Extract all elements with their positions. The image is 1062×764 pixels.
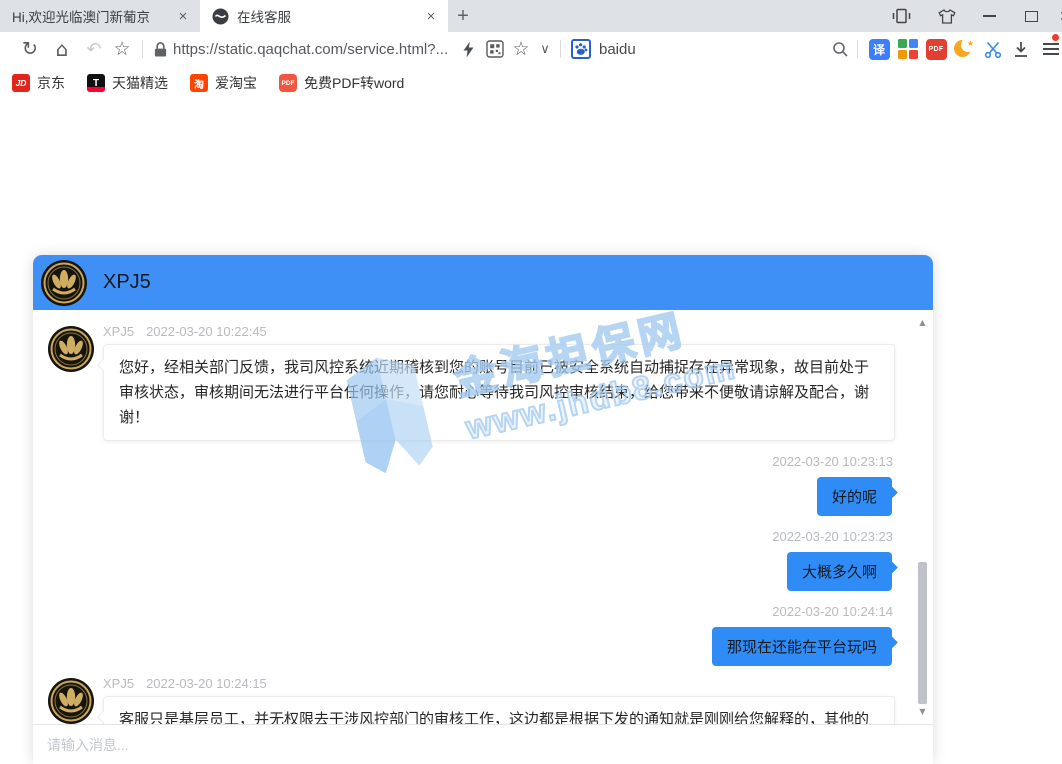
maximize-button[interactable] xyxy=(1016,0,1046,32)
sender-name: XPJ5 xyxy=(103,676,134,691)
agent-message: XPJ5 2022-03-20 10:24:15 客服只是基层员工，并无权限去干… xyxy=(48,674,895,724)
chat-message-area: XPJ5 2022-03-20 10:22:45 您好，经相关部门反馈，我司风控… xyxy=(33,310,933,724)
screenshot-scissors-icon[interactable] xyxy=(980,32,1006,66)
bookmark-pdf2word[interactable]: PDF 免费PDF转word xyxy=(279,73,404,93)
bookmark-label: 天猫精选 xyxy=(112,73,168,93)
chevron-down-icon[interactable]: ∨ xyxy=(534,32,556,66)
agent-name-title: XPJ5 xyxy=(103,271,151,294)
chat-widget: XPJ5 XPJ5 2022-03-20 10:22:45 您好，经相关部门反馈… xyxy=(33,255,933,764)
extensions-grid-icon[interactable] xyxy=(895,32,921,66)
home-icon[interactable]: ⌂ xyxy=(48,32,76,66)
chat-header: XPJ5 xyxy=(33,255,933,310)
user-message: 2022-03-20 10:23:23 大概多久啊 xyxy=(48,529,895,591)
bookmark-jd[interactable]: JD 京东 xyxy=(12,73,65,93)
bookmarks-bar: JD 京东 T 天猫精选 淘 爱淘宝 PDF 免费PDF转word xyxy=(0,66,1062,101)
bookmark-taobao[interactable]: 淘 爱淘宝 xyxy=(190,73,257,93)
page-content: XPJ5 XPJ5 2022-03-20 10:22:45 您好，经相关部门反馈… xyxy=(0,100,1062,764)
scrollbar[interactable]: ▲ ▼ xyxy=(916,318,929,716)
tab-title: Hi,欢迎光临澳门新葡京 xyxy=(12,6,168,26)
message-bubble: 大概多久啊 xyxy=(787,552,892,591)
pdf-icon: PDF xyxy=(279,74,297,92)
lock-icon[interactable] xyxy=(150,32,170,66)
pdf-extension-icon[interactable]: PDF xyxy=(923,32,949,66)
tab-strip: Hi,欢迎光临澳门新葡京 × 在线客服 × + ✕ xyxy=(0,0,1062,32)
tab-close-icon[interactable]: × xyxy=(422,7,440,25)
jd-icon: JD xyxy=(12,74,30,92)
tab-close-icon[interactable]: × xyxy=(174,7,192,25)
agent-message: XPJ5 2022-03-20 10:22:45 您好，经相关部门反馈，我司风控… xyxy=(48,322,895,441)
message-meta: XPJ5 2022-03-20 10:22:45 xyxy=(103,324,895,339)
user-message: 2022-03-20 10:23:13 好的呢 xyxy=(48,454,895,516)
night-mode-moon-icon[interactable]: ★ xyxy=(951,32,977,66)
undo-icon[interactable]: ↶ xyxy=(80,32,108,66)
agent-avatar xyxy=(48,678,94,724)
favorites-star-icon[interactable]: ☆ xyxy=(108,32,136,66)
browser-toolbar: ‹ ↻ ⌂ ↶ ☆ https://static.qaqchat.com/ser… xyxy=(0,32,1062,66)
bookmark-tmall[interactable]: T 天猫精选 xyxy=(87,73,168,93)
bookmark-label: 免费PDF转word xyxy=(304,73,404,93)
translate-extension-icon[interactable]: 译 xyxy=(866,32,892,66)
toolbar-divider xyxy=(142,40,143,58)
timestamp: 2022-03-20 10:24:15 xyxy=(146,676,267,691)
message-bubble: 客服只是基层员工，并无权限去干涉风控部门的审核工作，这边都是根据下发的通知就是刚… xyxy=(103,696,895,724)
globe-favicon-icon xyxy=(212,8,229,25)
address-bar-url[interactable]: https://static.qaqchat.com/service.html?… xyxy=(173,32,448,66)
minimize-button[interactable] xyxy=(974,0,1004,32)
refresh-icon[interactable]: ↻ xyxy=(16,32,44,66)
chat-input-bar xyxy=(33,724,933,764)
qr-code-icon[interactable] xyxy=(483,32,507,66)
message-bubble: 那现在还能在平台玩吗 xyxy=(712,627,892,666)
message-bubble: 您好，经相关部门反馈，我司风控系统近期稽核到您的账号目前已被安全系统自动捕捉存在… xyxy=(103,344,895,441)
notification-dot xyxy=(1052,34,1059,41)
scrollbar-thumb[interactable] xyxy=(918,562,927,704)
message-meta: XPJ5 2022-03-20 10:24:15 xyxy=(103,676,895,691)
bookmark-label: 爱淘宝 xyxy=(215,73,257,93)
brand-logo-icon xyxy=(41,260,87,306)
search-engine-label[interactable]: baidu xyxy=(599,32,636,66)
bookmark-label: 京东 xyxy=(37,73,65,93)
tab-casino-site[interactable]: Hi,欢迎光临澳门新葡京 × xyxy=(0,0,200,32)
baidu-paw-icon[interactable] xyxy=(569,32,593,66)
taobao-icon: 淘 xyxy=(190,74,208,92)
back-icon[interactable]: ‹ xyxy=(0,32,6,66)
scroll-up-icon[interactable]: ▲ xyxy=(916,318,929,327)
close-button[interactable]: ✕ xyxy=(1050,0,1062,32)
mobile-view-icon[interactable] xyxy=(886,0,916,32)
download-icon[interactable] xyxy=(1008,32,1034,66)
theme-skin-icon[interactable] xyxy=(932,0,962,32)
timestamp: 2022-03-20 10:24:14 xyxy=(772,604,893,619)
search-icon[interactable] xyxy=(828,32,852,66)
toolbar-divider xyxy=(857,40,858,58)
page-star-icon[interactable]: ☆ xyxy=(509,32,533,66)
tab-online-service[interactable]: 在线客服 × xyxy=(200,0,448,32)
timestamp: 2022-03-20 10:22:45 xyxy=(146,324,267,339)
new-tab-button[interactable]: + xyxy=(448,0,478,32)
sender-name: XPJ5 xyxy=(103,324,134,339)
user-message: 2022-03-20 10:24:14 那现在还能在平台玩吗 xyxy=(48,604,895,666)
agent-avatar xyxy=(48,326,94,372)
timestamp: 2022-03-20 10:23:13 xyxy=(772,454,893,469)
message-input[interactable] xyxy=(45,736,925,754)
message-bubble: 好的呢 xyxy=(817,477,892,516)
tmall-icon: T xyxy=(87,74,105,92)
toolbar-divider xyxy=(560,40,561,58)
tab-title: 在线客服 xyxy=(237,6,416,26)
timestamp: 2022-03-20 10:23:23 xyxy=(772,529,893,544)
lightning-icon[interactable] xyxy=(457,32,479,66)
scroll-down-icon[interactable]: ▼ xyxy=(916,707,929,716)
